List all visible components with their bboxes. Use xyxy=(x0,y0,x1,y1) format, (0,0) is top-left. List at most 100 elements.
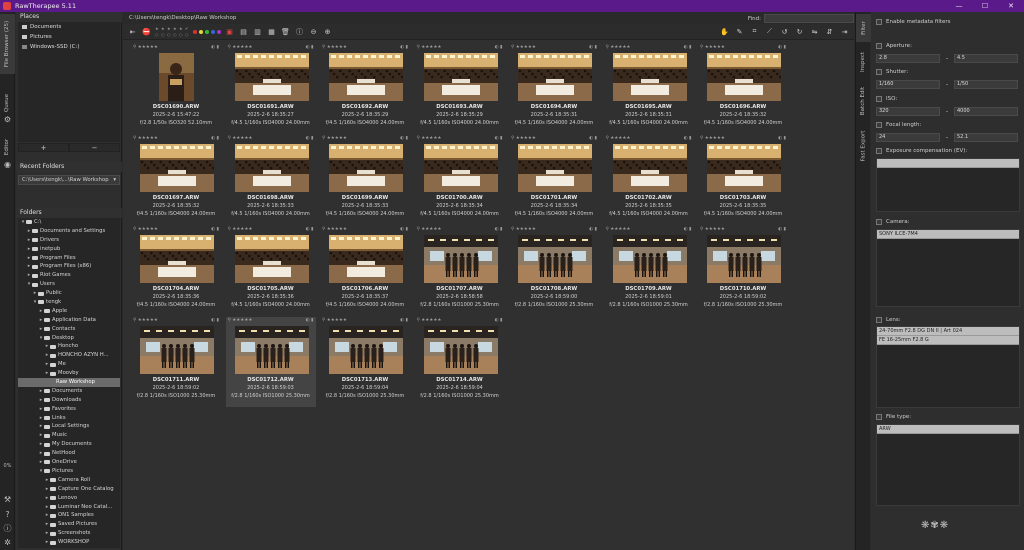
tab-editor[interactable]: Editor xyxy=(0,135,15,159)
thumbnail-image[interactable] xyxy=(707,144,782,192)
folder-tree-item[interactable]: ▸ Local Settings xyxy=(18,422,120,431)
thumbnail-item[interactable]: ⚲ ★★★★★ ◐ ▮ DSC01698.ARW 2025-2-6 18:35:33 f… xyxy=(226,135,316,225)
rank-stars-icon[interactable]: ⚲ ★★★★★ xyxy=(511,227,536,232)
folder-tree-item[interactable]: ▸ Screenshots xyxy=(18,529,120,538)
iso-min-field[interactable]: 320 xyxy=(876,107,940,116)
add-place-button[interactable]: + xyxy=(18,143,69,152)
folder-tree-item[interactable]: ▸ Honcho xyxy=(18,342,120,351)
rank-stars-icon[interactable]: ⚲ ★★★★★ xyxy=(417,227,442,232)
file-type-list[interactable]: ARW xyxy=(876,424,1020,506)
thumbnail-item[interactable]: ⚲ ★★★★★ ◐ ▮ DSC01692.ARW 2025-2-6 18:35:29 f… xyxy=(320,44,410,134)
thumbnail-item[interactable]: ⚲ ★★★★★ ◐ ▮ DSC01713.ARW 2025-2-6 18:59:04 f… xyxy=(320,317,410,407)
thumbnail-item[interactable]: ⚲ ★★★★★ ◐ ▮ DSC01710.ARW 2025-2-6 18:59:02 f… xyxy=(698,226,788,316)
rank-stars-icon[interactable]: ⚲ ★★★★★ xyxy=(228,45,253,50)
rank-stars-icon[interactable]: ⚲ ★★★★★ xyxy=(606,227,631,232)
hand-tool-icon[interactable]: ✋ xyxy=(719,26,730,37)
focal-min-field[interactable]: 24 xyxy=(876,133,940,142)
rotate-right-icon[interactable]: ↻ xyxy=(794,26,805,37)
tab-filter[interactable]: Filter xyxy=(856,14,871,42)
remove-place-button[interactable]: − xyxy=(69,143,120,152)
folder-tree-item[interactable]: ▸ Contacts xyxy=(18,325,120,334)
folder-tree-item[interactable]: ▸ Luminar Neo Catal... xyxy=(18,503,120,512)
minimize-button[interactable]: — xyxy=(946,0,972,12)
folder-tree-item[interactable]: ▸ HONCHO AZYN H... xyxy=(18,351,120,360)
folder-tree-item[interactable]: ▸ Documents xyxy=(18,387,120,396)
thumbnail-image[interactable] xyxy=(518,235,592,283)
folder-tree-item[interactable]: ▸ Apple xyxy=(18,307,120,316)
thumbnail-image[interactable] xyxy=(518,53,593,101)
camera-checkbox[interactable] xyxy=(876,219,882,225)
rank-stars-icon[interactable]: ⚲ ★★★★★ xyxy=(511,45,536,50)
thumb-actions-icon[interactable]: ◐ ▮ xyxy=(400,318,408,323)
lens-list[interactable]: 24-70mm F2.8 DG DN II | Art 024 FE 16-25… xyxy=(876,326,1020,408)
thumbnail-item[interactable]: ⚲ ★★★★★ ◐ ▮ DSC01704.ARW 2025-2-6 18:35:36 f… xyxy=(131,226,221,316)
thumbnail-image[interactable] xyxy=(329,326,403,374)
rank-stars-icon[interactable]: ⚲ ★★★★★ xyxy=(133,227,158,232)
shutter-min-field[interactable]: 1/160 xyxy=(876,80,940,89)
rank-stars-icon[interactable]: ⚲ ★★★★★ xyxy=(322,318,347,323)
thumb-actions-icon[interactable]: ◐ ▮ xyxy=(211,45,219,50)
thumbnail-item[interactable]: ⚲ ★★★★★ ◐ ▮ DSC01700.ARW 2025-2-6 18:35:34 f… xyxy=(415,135,505,225)
focal-length-checkbox[interactable] xyxy=(876,122,882,128)
developer-icon[interactable]: ⚒ xyxy=(3,495,12,504)
thumbnail-item[interactable]: ⚲ ★★★★★ ◐ ▮ DSC01696.ARW 2025-2-6 18:35:32 f… xyxy=(698,44,788,134)
thumb-actions-icon[interactable]: ◐ ▮ xyxy=(211,136,219,141)
folder-tree-item[interactable]: ▸ Moovby xyxy=(18,369,120,378)
thumbnail-item[interactable]: ⚲ ★★★★★ ◐ ▮ DSC01714.ARW 2025-2-6 18:59:04 f… xyxy=(415,317,505,407)
lens-item[interactable]: 24-70mm F2.8 DG DN II | Art 024 xyxy=(877,327,1019,336)
folder-tree-item[interactable]: ▸ My Documents xyxy=(18,440,120,449)
thumbnail-image[interactable] xyxy=(707,235,781,283)
lens-item[interactable]: FE 16-25mm F2.8 G xyxy=(877,336,1019,345)
exposure-comp-list[interactable] xyxy=(876,158,1020,212)
thumb-actions-icon[interactable]: ◐ ▮ xyxy=(495,227,503,232)
flip-horizontal-icon[interactable]: ⇋ xyxy=(809,26,820,37)
thumb-actions-icon[interactable]: ◐ ▮ xyxy=(211,318,219,323)
place-item-drive[interactable]: Windows-SSD (C:) xyxy=(18,42,120,52)
rank-stars-icon[interactable]: ⚲ ★★★★★ xyxy=(606,136,631,141)
folder-tree-item[interactable]: ▸ Program Files (x86) xyxy=(18,262,120,271)
folder-tree-item[interactable]: ▸ Capture One Catalog xyxy=(18,485,120,494)
thumbnail-item[interactable]: ⚲ ★★★★★ ◐ ▮ DSC01709.ARW 2025-2-6 18:59:01 f… xyxy=(604,226,694,316)
thumbnail-image[interactable] xyxy=(234,144,310,192)
iso-max-field[interactable]: 4000 xyxy=(954,107,1018,116)
thumbnail-item[interactable]: ⚲ ★★★★★ ◐ ▮ DSC01703.ARW 2025-2-6 18:35:35 f… xyxy=(698,135,788,225)
place-item-documents[interactable]: Documents xyxy=(18,22,120,32)
editor-icon[interactable]: ◉ xyxy=(3,160,12,169)
thumb-actions-icon[interactable]: ◐ ▮ xyxy=(495,318,503,323)
folder-tree-item[interactable]: ▾ Users xyxy=(18,280,120,289)
rank-stars-icon[interactable]: ⚲ ★★★★★ xyxy=(228,136,253,141)
zoom-out-icon[interactable]: ⊖ xyxy=(308,26,319,37)
rank-stars-icon[interactable]: ⚲ ★★★★★ xyxy=(417,45,442,50)
thumbnail-item[interactable]: ⚲ ★★★★★ ◐ ▮ DSC01699.ARW 2025-2-6 18:35:33 f… xyxy=(320,135,410,225)
thumb-actions-icon[interactable]: ◐ ▮ xyxy=(684,45,692,50)
aperture-max-field[interactable]: 4.5 xyxy=(954,54,1018,63)
thumbnail-item[interactable]: ⚲ ★★★★★ ◐ ▮ DSC01706.ARW 2025-2-6 18:35:37 f… xyxy=(320,226,410,316)
thumb-actions-icon[interactable]: ◐ ▮ xyxy=(400,227,408,232)
thumbnail-item[interactable]: ⚲ ★★★★★ ◐ ▮ DSC01712.ARW 2025-2-6 18:59:03 f… xyxy=(225,317,316,407)
rank-stars-icon[interactable]: ⚲ ★★★★★ xyxy=(228,227,253,232)
rank-stars-icon[interactable]: ⚲ ★★★★★ xyxy=(322,136,347,141)
thumb-actions-icon[interactable]: ◐ ▮ xyxy=(778,45,786,50)
folder-tree-item[interactable]: ▸ ON1 Samples xyxy=(18,511,120,520)
rank-stars-icon[interactable]: ⚲ ★★★★★ xyxy=(417,136,442,141)
zoom-in-icon[interactable]: ⊕ xyxy=(322,26,333,37)
aperture-checkbox[interactable] xyxy=(876,43,882,49)
tab-batch-edit[interactable]: Batch Edit xyxy=(856,82,871,120)
focal-max-field[interactable]: 52.1 xyxy=(954,133,1018,142)
edited-filter-icon[interactable]: ▣ xyxy=(224,26,235,37)
thumb-actions-icon[interactable]: ◐ ▮ xyxy=(211,227,219,232)
thumb-actions-icon[interactable]: ◐ ▮ xyxy=(306,136,314,141)
shutter-max-field[interactable]: 1/50 xyxy=(954,80,1018,89)
thumbnail-image[interactable] xyxy=(329,144,404,192)
filter-clear-icon[interactable]: ⛔ xyxy=(141,26,152,37)
thumbnail-image[interactable] xyxy=(612,53,688,101)
thumbnail-image[interactable] xyxy=(423,326,498,374)
thumb-actions-icon[interactable]: ◐ ▮ xyxy=(400,45,408,50)
color-label-filter[interactable] xyxy=(193,29,221,34)
find-input[interactable] xyxy=(764,14,854,23)
folder-tree-item[interactable]: ▾ Pictures xyxy=(18,467,120,476)
saved-filter-icon[interactable]: ▥ xyxy=(252,26,263,37)
rank-stars-icon[interactable]: ⚲ ★★★★★ xyxy=(511,136,536,141)
rank-stars-icon[interactable]: ⚲ ★★★★★ xyxy=(700,45,725,50)
folder-tree-item[interactable]: ▸ Camera Roll xyxy=(18,476,120,485)
